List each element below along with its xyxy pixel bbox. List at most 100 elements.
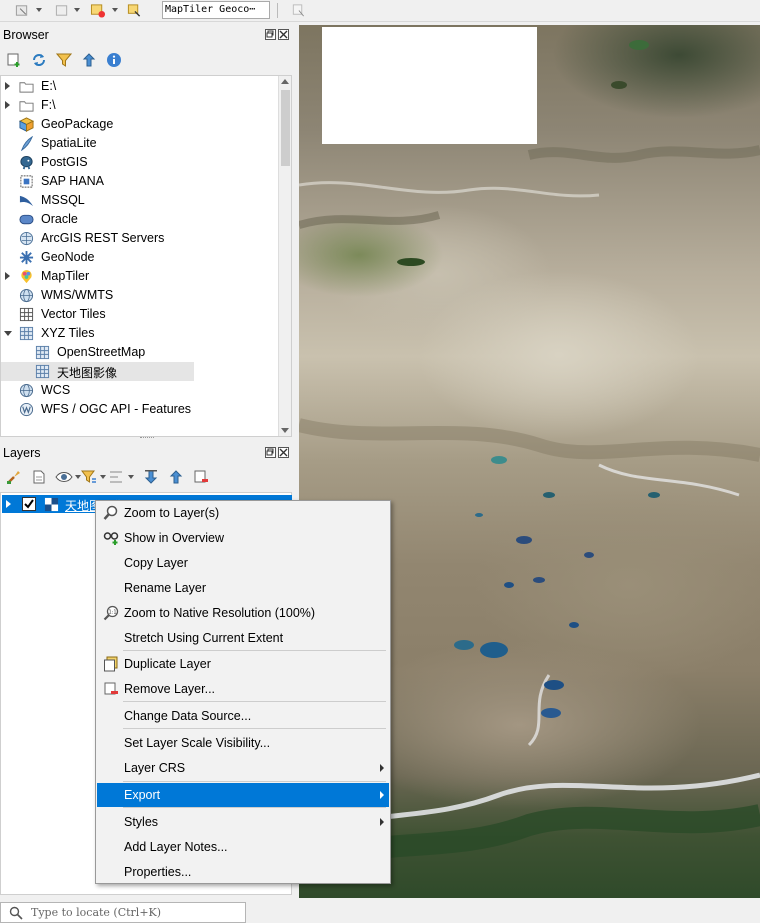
tree-item-label: 天地图影像	[57, 366, 118, 380]
chevron-down-icon[interactable]	[74, 8, 80, 12]
float-panel-icon[interactable]	[265, 447, 276, 458]
filter-expression-icon[interactable]	[108, 469, 124, 485]
zoom-native-icon: 1:1	[103, 605, 119, 621]
menu-item-rename-layer[interactable]: Rename Layer	[97, 576, 389, 600]
add-selected-layers-icon[interactable]	[6, 52, 22, 68]
refresh-icon[interactable]	[31, 52, 47, 68]
menu-item-zoom-native[interactable]: 1:1 Zoom to Native Resolution (100%)	[97, 601, 389, 625]
tree-item-label: WFS / OGC API - Features	[41, 402, 192, 416]
tree-item-mssql[interactable]: MSSQL	[1, 191, 279, 210]
menu-item-export[interactable]: Export	[97, 783, 389, 807]
menu-separator	[123, 650, 386, 651]
tree-item-xyz-tiles[interactable]: XYZ Tiles	[1, 324, 279, 343]
menu-item-scale-visibility[interactable]: Set Layer Scale Visibility...	[97, 731, 389, 755]
expand-arrow-icon[interactable]	[5, 82, 10, 90]
menu-item-label: Rename Layer	[124, 581, 206, 595]
submenu-arrow-icon	[380, 818, 384, 826]
chevron-down-icon[interactable]	[128, 475, 134, 479]
menu-separator	[123, 781, 386, 782]
deselect-icon[interactable]	[54, 3, 70, 18]
splitter-handle[interactable]	[140, 437, 154, 440]
close-panel-icon[interactable]	[278, 447, 289, 458]
collapse-all-icon[interactable]	[168, 469, 184, 485]
tree-item-wcs[interactable]: WCS	[1, 381, 279, 400]
menu-item-add-layer-notes[interactable]: Add Layer Notes...	[97, 835, 389, 859]
float-panel-icon[interactable]	[265, 29, 276, 40]
grid-icon	[35, 364, 50, 379]
remove-layer-icon[interactable]	[193, 469, 209, 485]
expand-arrow-icon[interactable]	[6, 500, 11, 508]
layer-visibility-checkbox[interactable]	[22, 497, 36, 511]
menu-item-label: Layer CRS	[124, 761, 186, 775]
scrollbar-thumb[interactable]	[281, 90, 290, 166]
remove-layer-icon	[104, 682, 118, 695]
menu-item-stretch[interactable]: Stretch Using Current Extent	[97, 626, 389, 650]
folder-icon	[19, 82, 34, 93]
tree-item-geonode[interactable]: GeoNode	[1, 248, 279, 267]
tree-item-e-drive[interactable]: E:\	[1, 77, 279, 96]
browser-scrollbar[interactable]	[278, 76, 291, 436]
menu-item-duplicate-layer[interactable]: Duplicate Layer	[97, 652, 389, 676]
select-features-icon[interactable]	[14, 3, 30, 18]
tree-item-tianditu[interactable]: 天地图影像	[1, 362, 194, 381]
select-by-location-icon[interactable]	[126, 3, 142, 18]
menu-item-label: Duplicate Layer	[124, 657, 211, 671]
tree-item-arcgis[interactable]: ArcGIS REST Servers	[1, 229, 279, 248]
submenu-arrow-icon	[380, 764, 384, 772]
menu-item-label: Set Layer Scale Visibility...	[124, 736, 271, 750]
expand-arrow-icon[interactable]	[5, 101, 10, 109]
menu-separator	[123, 701, 386, 702]
tree-item-geopackage[interactable]: GeoPackage	[1, 115, 279, 134]
chevron-down-icon[interactable]	[112, 8, 118, 12]
collapse-all-icon[interactable]	[81, 52, 97, 68]
menu-item-zoom-to-layer[interactable]: Zoom to Layer(s)	[97, 501, 389, 525]
tree-item-wfs[interactable]: WFS / OGC API - Features	[1, 400, 279, 419]
tree-item-oracle[interactable]: Oracle	[1, 210, 279, 229]
menu-item-label: Styles	[124, 815, 159, 829]
style-paint-icon[interactable]	[6, 469, 22, 485]
menu-item-change-data-source[interactable]: Change Data Source...	[97, 704, 389, 728]
filter-legend-icon[interactable]	[81, 469, 97, 485]
wfs-icon	[19, 402, 34, 417]
tree-item-openstreetmap[interactable]: OpenStreetMap	[1, 343, 279, 362]
tree-item-label: Oracle	[41, 212, 78, 226]
duplicate-icon	[104, 656, 118, 672]
tree-item-spatialite[interactable]: SpatiaLite	[1, 134, 279, 153]
folder-icon	[19, 101, 34, 112]
tree-item-label: XYZ Tiles	[41, 326, 95, 340]
locator-bar[interactable]: Type to locate (Ctrl+K)	[0, 902, 246, 923]
expand-all-icon[interactable]	[143, 469, 159, 485]
collapse-arrow-icon[interactable]	[4, 331, 12, 336]
add-group-icon[interactable]	[31, 469, 47, 485]
tree-item-sap-hana[interactable]: SAP HANA	[1, 172, 279, 191]
chevron-down-icon[interactable]	[36, 8, 42, 12]
postgis-icon	[20, 155, 33, 170]
scroll-up-icon[interactable]	[281, 79, 289, 84]
filter-icon[interactable]	[56, 52, 72, 68]
tree-item-wms-wmts[interactable]: WMS/WMTS	[1, 286, 279, 305]
deselect-all-icon[interactable]	[90, 3, 106, 18]
browser-tree[interactable]: E:\ F:\ GeoPackage SpatiaLite PostGIS SA…	[0, 75, 292, 437]
tree-item-maptiler[interactable]: MapTiler	[1, 267, 279, 286]
menu-item-layer-crs[interactable]: Layer CRS	[97, 756, 389, 780]
browser-toolbar	[4, 50, 134, 70]
raster-layer-icon	[44, 497, 59, 512]
identify-features-icon[interactable]	[290, 3, 306, 18]
menu-item-remove-layer[interactable]: Remove Layer...	[97, 677, 389, 701]
chevron-down-icon[interactable]	[100, 475, 106, 479]
tree-item-vector-tiles[interactable]: Vector Tiles	[1, 305, 279, 324]
info-icon[interactable]	[106, 52, 122, 68]
menu-item-label: Add Layer Notes...	[124, 840, 228, 854]
expand-arrow-icon[interactable]	[5, 272, 10, 280]
menu-item-styles[interactable]: Styles	[97, 810, 389, 834]
svg-text:1:1: 1:1	[108, 610, 116, 616]
scroll-down-icon[interactable]	[281, 428, 289, 433]
menu-item-show-in-overview[interactable]: Show in Overview	[97, 526, 389, 550]
geocoder-field[interactable]: MapTiler Geoco⋯	[162, 1, 270, 19]
menu-item-copy-layer[interactable]: Copy Layer	[97, 551, 389, 575]
menu-item-properties[interactable]: Properties...	[97, 860, 389, 884]
tree-item-f-drive[interactable]: F:\	[1, 96, 279, 115]
eye-icon[interactable]	[55, 470, 73, 484]
tree-item-postgis[interactable]: PostGIS	[1, 153, 279, 172]
close-panel-icon[interactable]	[278, 29, 289, 40]
